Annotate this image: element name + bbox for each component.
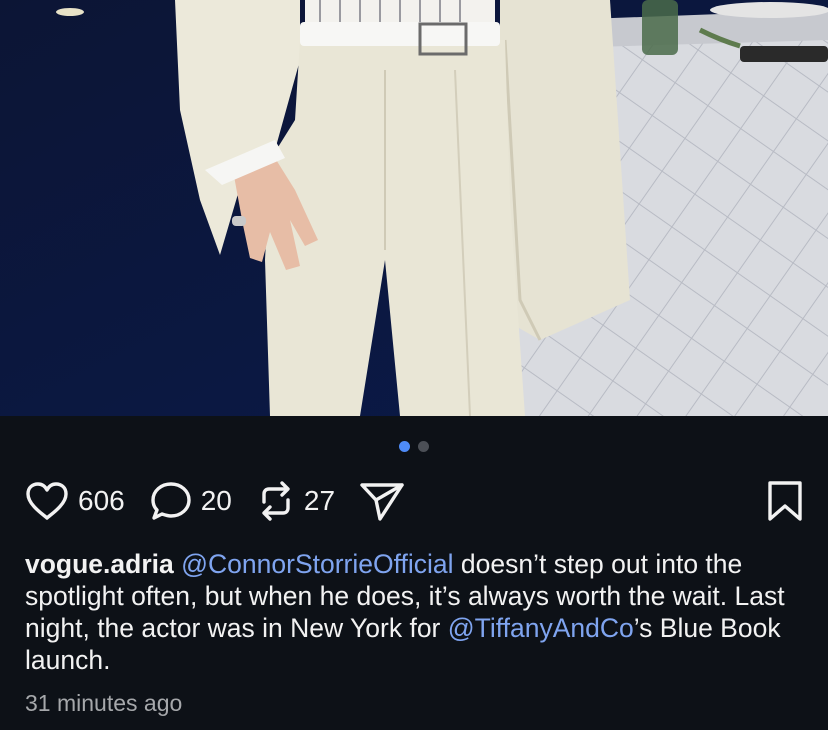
- save-button[interactable]: [766, 480, 804, 527]
- repost-icon: [262, 481, 290, 521]
- like-count: 606: [78, 485, 125, 516]
- bookmark-icon: [768, 481, 802, 521]
- caption-mention-tiffanyandco[interactable]: @TiffanyAndCo: [448, 613, 634, 643]
- caption-mention-connorstorrie[interactable]: @ConnorStorrieOfficial: [181, 549, 453, 579]
- share-button[interactable]: [359, 480, 405, 522]
- carousel-indicator: [0, 441, 828, 452]
- repost-button[interactable]: 27: [256, 480, 335, 522]
- like-button[interactable]: 606: [24, 481, 125, 521]
- carousel-dot[interactable]: [418, 441, 429, 452]
- comment-bubble-icon: [151, 482, 191, 520]
- photo-illustration: [0, 0, 828, 416]
- send-icon: [360, 483, 404, 521]
- post-photo[interactable]: [0, 0, 828, 416]
- comment-button[interactable]: 20: [149, 480, 232, 522]
- caption-username[interactable]: vogue.adria: [25, 549, 174, 579]
- heart-icon: [26, 482, 68, 520]
- post-timestamp: 31 minutes ago: [25, 690, 183, 716]
- carousel-dot-active[interactable]: [399, 441, 410, 452]
- comment-count: 20: [200, 485, 232, 516]
- repost-count: 27: [303, 485, 336, 516]
- post-action-bar: 606 20 27: [24, 478, 804, 524]
- post-caption: vogue.adria @ConnorStorrieOfficial doesn…: [25, 548, 810, 676]
